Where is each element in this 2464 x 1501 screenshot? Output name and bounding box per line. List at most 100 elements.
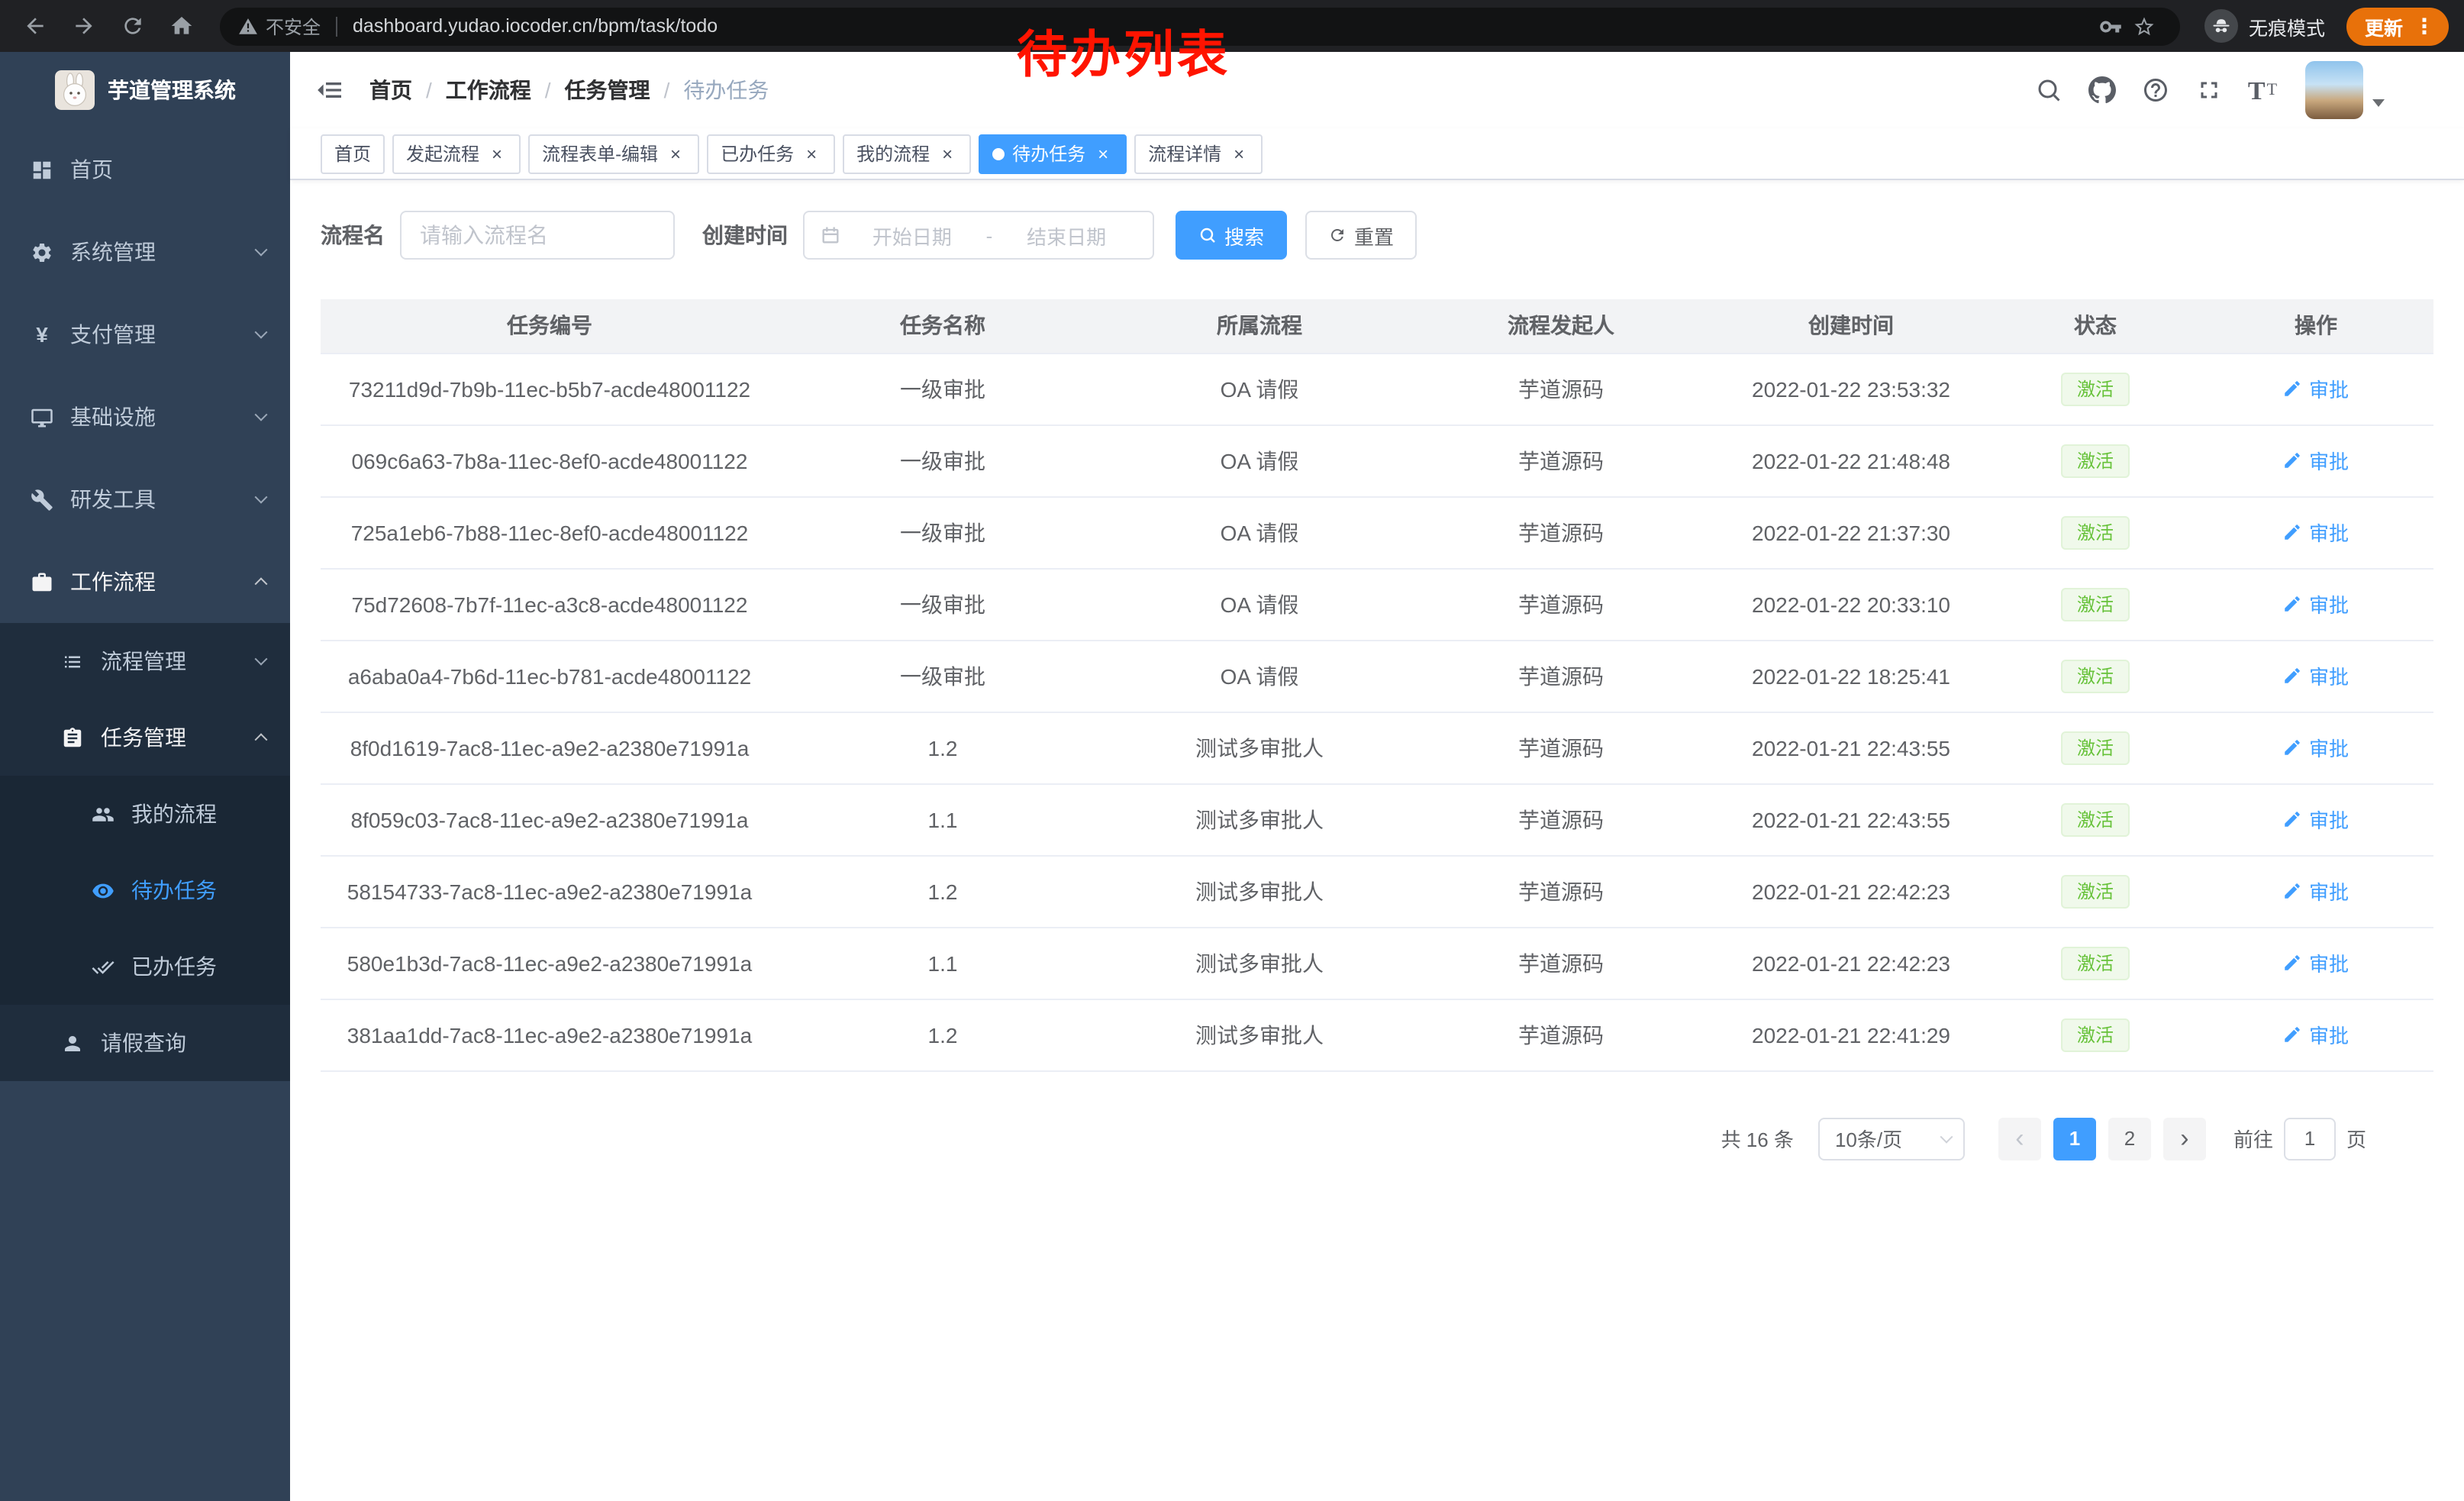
breadcrumb-item-workflow[interactable]: 工作流程	[446, 75, 531, 105]
close-icon[interactable]: ×	[487, 144, 507, 163]
task-name-cell: 1.1	[779, 783, 1107, 855]
task-id-cell: 069c6a63-7b8a-11ec-8ef0-acde48001122	[321, 424, 779, 496]
table-row: 73211d9d-7b9b-11ec-b5b7-acde48001122 一级审…	[321, 353, 2433, 424]
browser-forward-icon[interactable]	[64, 6, 104, 46]
status-badge: 激活	[2062, 946, 2129, 980]
close-icon[interactable]: ×	[801, 144, 821, 163]
created-cell: 2022-01-22 21:37:30	[1710, 496, 1992, 568]
approve-button[interactable]: 审批	[2283, 733, 2349, 762]
close-icon[interactable]: ×	[937, 144, 957, 163]
status-badge: 激活	[2062, 874, 2129, 908]
tab-done-tasks[interactable]: 已办任务 ×	[707, 134, 835, 173]
tab-form-edit[interactable]: 流程表单-编辑 ×	[528, 134, 699, 173]
sidebar-item-payment[interactable]: ¥ 支付管理	[0, 293, 290, 376]
edit-icon	[2283, 450, 2303, 470]
table-row: 725a1eb6-7b88-11ec-8ef0-acde48001122 一级审…	[321, 496, 2433, 568]
sidebar-item-process-mgmt[interactable]: 流程管理	[0, 623, 290, 699]
approve-button[interactable]: 审批	[2283, 805, 2349, 834]
bookmark-star-icon[interactable]	[2128, 9, 2162, 43]
approve-button[interactable]: 审批	[2283, 948, 2349, 977]
browser-home-icon[interactable]	[162, 6, 202, 46]
process-cell: 测试多审批人	[1107, 999, 1412, 1070]
approve-button[interactable]: 审批	[2283, 446, 2349, 475]
reset-button[interactable]: 重置	[1305, 211, 1417, 260]
sidebar-item-done-tasks[interactable]: 已办任务	[0, 928, 290, 1005]
page-button-1[interactable]: 1	[2053, 1117, 2096, 1160]
page-button-2[interactable]: 2	[2108, 1117, 2151, 1160]
task-id-cell: 580e1b3d-7ac8-11ec-a9e2-a2380e71991a	[321, 927, 779, 999]
close-icon[interactable]: ×	[1229, 144, 1249, 163]
approve-button[interactable]: 审批	[2283, 661, 2349, 690]
tab-process-detail[interactable]: 流程详情 ×	[1134, 134, 1263, 173]
tab-my-process[interactable]: 我的流程 ×	[843, 134, 971, 173]
col-task-id: 任务编号	[321, 299, 779, 353]
task-id-cell: 8f0d1619-7ac8-11ec-a9e2-a2380e71991a	[321, 712, 779, 783]
sidebar-item-workflow[interactable]: 工作流程	[0, 541, 290, 623]
breadcrumb-separator: /	[545, 78, 551, 102]
initiator-cell: 芋道源码	[1412, 353, 1710, 424]
fullscreen-icon[interactable]	[2192, 73, 2226, 107]
process-name-input[interactable]	[400, 211, 675, 260]
sidebar-item-todo-tasks[interactable]: 待办任务	[0, 852, 290, 928]
task-id-cell: 725a1eb6-7b88-11ec-8ef0-acde48001122	[321, 496, 779, 568]
col-process: 所属流程	[1107, 299, 1412, 353]
sidebar-item-my-process[interactable]: 我的流程	[0, 776, 290, 852]
tab-start-process[interactable]: 发起流程 ×	[392, 134, 521, 173]
font-size-icon[interactable]: TT	[2246, 73, 2279, 107]
sidebar-item-devtools[interactable]: 研发工具	[0, 458, 290, 541]
user-avatar[interactable]	[2305, 61, 2385, 119]
table-row: 8f0d1619-7ac8-11ec-a9e2-a2380e71991a 1.2…	[321, 712, 2433, 783]
sidebar-item-home[interactable]: 首页	[0, 128, 290, 211]
approve-button[interactable]: 审批	[2283, 589, 2349, 618]
security-label: 不安全	[266, 13, 321, 39]
table-row: 75d72608-7b7f-11ec-a3c8-acde48001122 一级审…	[321, 568, 2433, 640]
browser-update-button[interactable]: 更新 ⋮	[2346, 7, 2449, 45]
close-icon[interactable]: ×	[666, 144, 685, 163]
breadcrumb-item-task-mgmt[interactable]: 任务管理	[565, 75, 650, 105]
approve-button[interactable]: 审批	[2283, 876, 2349, 905]
pagination: 共 16 条 10条/页 ‹ 1 2 › 前往 页	[321, 1117, 2433, 1160]
search-button[interactable]: 搜索	[1176, 211, 1287, 260]
sidebar-item-label: 待办任务	[131, 875, 217, 905]
github-icon[interactable]	[2085, 73, 2119, 107]
created-cell: 2022-01-22 21:48:48	[1710, 424, 1992, 496]
tab-todo-tasks[interactable]: 待办任务 ×	[979, 134, 1127, 173]
breadcrumb-item-home[interactable]: 首页	[369, 75, 412, 105]
tab-home[interactable]: 首页	[321, 134, 385, 173]
sidebar-item-system[interactable]: 系统管理	[0, 211, 290, 293]
sidebar-item-label: 请假查询	[101, 1028, 186, 1058]
goto-page-input[interactable]	[2284, 1117, 2336, 1160]
approve-button[interactable]: 审批	[2283, 374, 2349, 403]
approve-button[interactable]: 审批	[2283, 1020, 2349, 1049]
app-logo[interactable]: 芋道管理系统	[0, 52, 290, 128]
chevron-down-icon	[255, 326, 268, 339]
sidebar-item-infra[interactable]: 基础设施	[0, 376, 290, 458]
process-cell: OA 请假	[1107, 424, 1412, 496]
task-table: 任务编号 任务名称 所属流程 流程发起人 创建时间 状态 操作 73211d9d…	[321, 299, 2433, 1071]
status-badge: 激活	[2062, 587, 2129, 621]
prev-page-button[interactable]: ‹	[1998, 1117, 2041, 1160]
sidebar-item-label: 基础设施	[70, 402, 156, 432]
sidebar-item-label: 首页	[70, 154, 113, 185]
sidebar-item-leave-query[interactable]: 请假查询	[0, 1005, 290, 1081]
sidebar-toggle-icon[interactable]	[314, 75, 345, 105]
header-search-icon[interactable]	[2032, 73, 2066, 107]
chevron-up-icon	[255, 733, 268, 746]
people-icon	[92, 802, 114, 825]
sidebar-item-task-mgmt[interactable]: 任务管理	[0, 699, 290, 776]
browser-reload-icon[interactable]	[113, 6, 153, 46]
password-key-icon[interactable]	[2095, 9, 2128, 43]
initiator-cell: 芋道源码	[1412, 927, 1710, 999]
browser-back-icon[interactable]	[15, 6, 55, 46]
date-range-picker[interactable]: 开始日期 - 结束日期	[803, 211, 1154, 260]
close-icon[interactable]: ×	[1093, 144, 1113, 163]
screen: 不安全 dashboard.yudao.iocoder.cn/bpm/task/…	[0, 0, 2464, 1501]
task-name-cell: 一级审批	[779, 353, 1107, 424]
edit-icon	[2283, 953, 2303, 973]
page-size-select[interactable]: 10条/页	[1818, 1117, 1965, 1160]
approve-button[interactable]: 审批	[2283, 518, 2349, 547]
help-icon[interactable]	[2139, 73, 2172, 107]
page-unit-label: 页	[2346, 1124, 2366, 1153]
next-page-button[interactable]: ›	[2163, 1117, 2206, 1160]
browser-menu-icon[interactable]: ⋮	[2414, 15, 2435, 37]
